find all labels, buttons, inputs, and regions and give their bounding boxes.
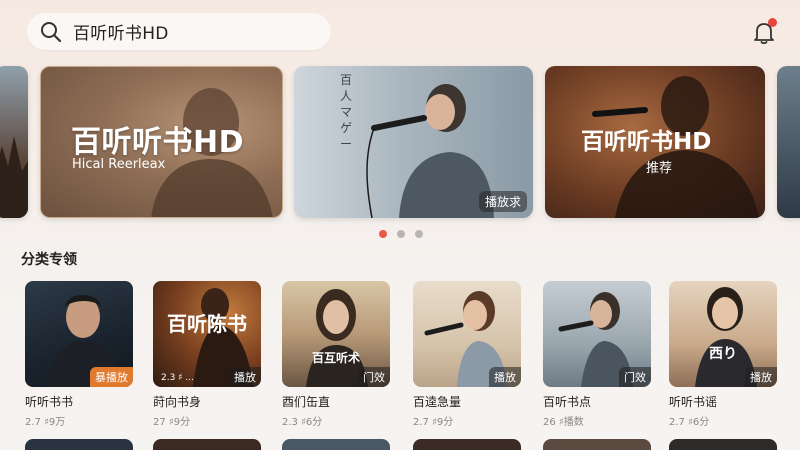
carousel-dot[interactable] bbox=[397, 230, 405, 238]
play-tag: 播放 bbox=[745, 367, 777, 387]
search-input[interactable]: 百听听书HD bbox=[73, 19, 169, 44]
banner-featured-3[interactable]: 百听听书HD 推荐 bbox=[545, 66, 765, 218]
banner-featured-2[interactable]: 百 人 マ ゲ ー 播放求 bbox=[294, 66, 533, 218]
notification-badge bbox=[768, 18, 777, 27]
carousel-indicator bbox=[379, 230, 423, 238]
book-card[interactable]: 门效 百听书点 26 ♯播数 bbox=[543, 281, 651, 428]
book-title: 百听书点 bbox=[543, 395, 592, 409]
book-card[interactable]: 西り 播放 听听书谣 2.7 ♯6分 bbox=[669, 281, 777, 428]
search-icon bbox=[41, 21, 62, 42]
book-card-peek[interactable] bbox=[413, 439, 521, 450]
book-cover: 百互听术 门效 bbox=[282, 281, 390, 387]
carousel-dot-active[interactable] bbox=[379, 230, 387, 238]
banner-prev-peek[interactable] bbox=[0, 66, 28, 218]
book-cover: 门效 bbox=[543, 281, 651, 387]
book-title: 听听书书 bbox=[25, 395, 74, 409]
book-card[interactable]: 播放 百逵急量 2.7 ♯9分 bbox=[413, 281, 521, 428]
book-meta: 2.7 ♯9万 bbox=[25, 417, 66, 428]
search-bar[interactable]: 百听听书HD bbox=[27, 13, 331, 50]
play-tag: 播放 bbox=[229, 367, 261, 387]
book-meta: 2.7 ♯6分 bbox=[669, 417, 710, 428]
book-cover: 暴播放 bbox=[25, 281, 133, 387]
book-cover: 百听陈书 2.3 ♯ ... 播放 bbox=[153, 281, 261, 387]
book-card-peek[interactable] bbox=[153, 439, 261, 450]
book-card[interactable]: 百互听术 门效 酉们缶直 2.3 ♯6分 bbox=[282, 281, 390, 428]
banner-title: 百听听书HD bbox=[71, 125, 245, 160]
book-card-peek[interactable] bbox=[282, 439, 390, 450]
banner-next-peek[interactable] bbox=[777, 66, 800, 218]
cover-title: 百听陈书 bbox=[167, 312, 247, 336]
cover-title: 西り bbox=[709, 346, 737, 362]
book-meta: 2.7 ♯9分 bbox=[413, 417, 454, 428]
book-title: 听听书谣 bbox=[669, 395, 718, 409]
cover-meta: 2.3 ♯ ... bbox=[161, 373, 194, 383]
banner-subtitle: Hical Reerleax bbox=[72, 157, 166, 172]
play-tag: 暴播放 bbox=[90, 367, 133, 387]
book-card[interactable]: 暴播放 听听书书 2.7 ♯9万 bbox=[25, 281, 133, 428]
section-title: 分类专领 bbox=[21, 252, 77, 268]
banner-subtitle: 推荐 bbox=[646, 161, 673, 176]
book-card-peek[interactable] bbox=[25, 439, 133, 450]
book-title: 酉们缶直 bbox=[282, 395, 331, 409]
book-title: 百逵急量 bbox=[413, 395, 462, 409]
book-card[interactable]: 百听陈书 2.3 ♯ ... 播放 莳向书身 27 ♯9分 bbox=[153, 281, 261, 428]
play-tag: 门效 bbox=[358, 367, 390, 387]
book-meta: 27 ♯9分 bbox=[153, 417, 191, 428]
book-meta: 26 ♯播数 bbox=[543, 417, 584, 428]
play-tag: 门效 bbox=[619, 367, 651, 387]
play-tag: 播放 bbox=[489, 367, 521, 387]
carousel-dot[interactable] bbox=[415, 230, 423, 238]
book-meta: 2.3 ♯6分 bbox=[282, 417, 323, 428]
banner-title: 百听听书HD bbox=[581, 129, 712, 155]
book-title: 莳向书身 bbox=[153, 395, 202, 409]
book-cover: 西り 播放 bbox=[669, 281, 777, 387]
cover-title: 百互听术 bbox=[312, 351, 361, 365]
book-card-peek[interactable] bbox=[543, 439, 651, 450]
book-cover: 播放 bbox=[413, 281, 521, 387]
notification-button[interactable] bbox=[750, 18, 778, 46]
book-card-peek[interactable] bbox=[669, 439, 777, 450]
play-badge: 播放求 bbox=[478, 191, 527, 212]
banner-featured-1[interactable]: 百听听书HD Hical Reerleax bbox=[40, 66, 283, 218]
